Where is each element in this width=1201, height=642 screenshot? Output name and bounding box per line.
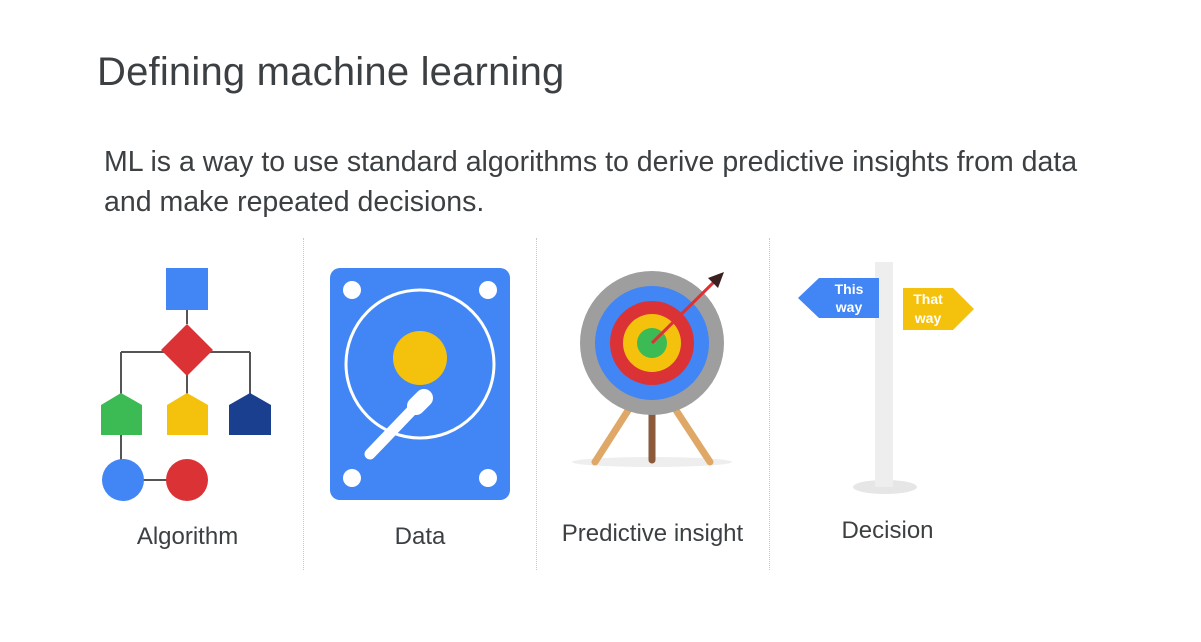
hard-drive-icon <box>330 268 510 500</box>
caption-data: Data <box>394 523 446 550</box>
caption-predictive-insight: Predictive insight <box>561 520 744 547</box>
process-square-shape <box>166 268 208 310</box>
yellow-pentagon-shape <box>167 393 208 435</box>
red-circle-shape <box>166 459 208 501</box>
slide-body-text: ML is a way to use standard algorithms t… <box>104 146 1078 218</box>
spindle-shape <box>393 331 447 385</box>
slide: Defining machine learning ML is a way to… <box>0 0 1201 642</box>
green-pentagon-shape <box>101 393 142 435</box>
caption-algorithm: Algorithm <box>136 523 239 550</box>
navy-pentagon-shape <box>229 393 271 435</box>
screw-hole-shape <box>343 281 361 299</box>
screw-hole-shape <box>479 281 497 299</box>
left-sign-line: way <box>835 299 863 315</box>
panel-divider <box>303 238 304 570</box>
blue-circle-shape <box>102 459 144 501</box>
left-sign-line: This <box>834 281 864 297</box>
target-icon <box>572 271 732 467</box>
panel-divider <box>536 238 537 570</box>
left-sign-text: This way <box>819 280 879 316</box>
decision-diamond-shape <box>161 324 213 376</box>
read-head-shape <box>407 389 433 415</box>
screw-hole-shape <box>479 469 497 487</box>
slide-title: Defining machine learning <box>97 50 565 94</box>
right-sign-line: way <box>914 310 942 326</box>
caption-decision: Decision <box>841 517 934 544</box>
signpost-icon: This way That way <box>795 262 980 502</box>
right-sign-line: That <box>913 291 943 307</box>
screw-hole-shape <box>343 469 361 487</box>
flowchart-icon <box>101 268 271 501</box>
right-sign-text: That way <box>903 290 953 328</box>
panel-divider <box>769 238 770 570</box>
